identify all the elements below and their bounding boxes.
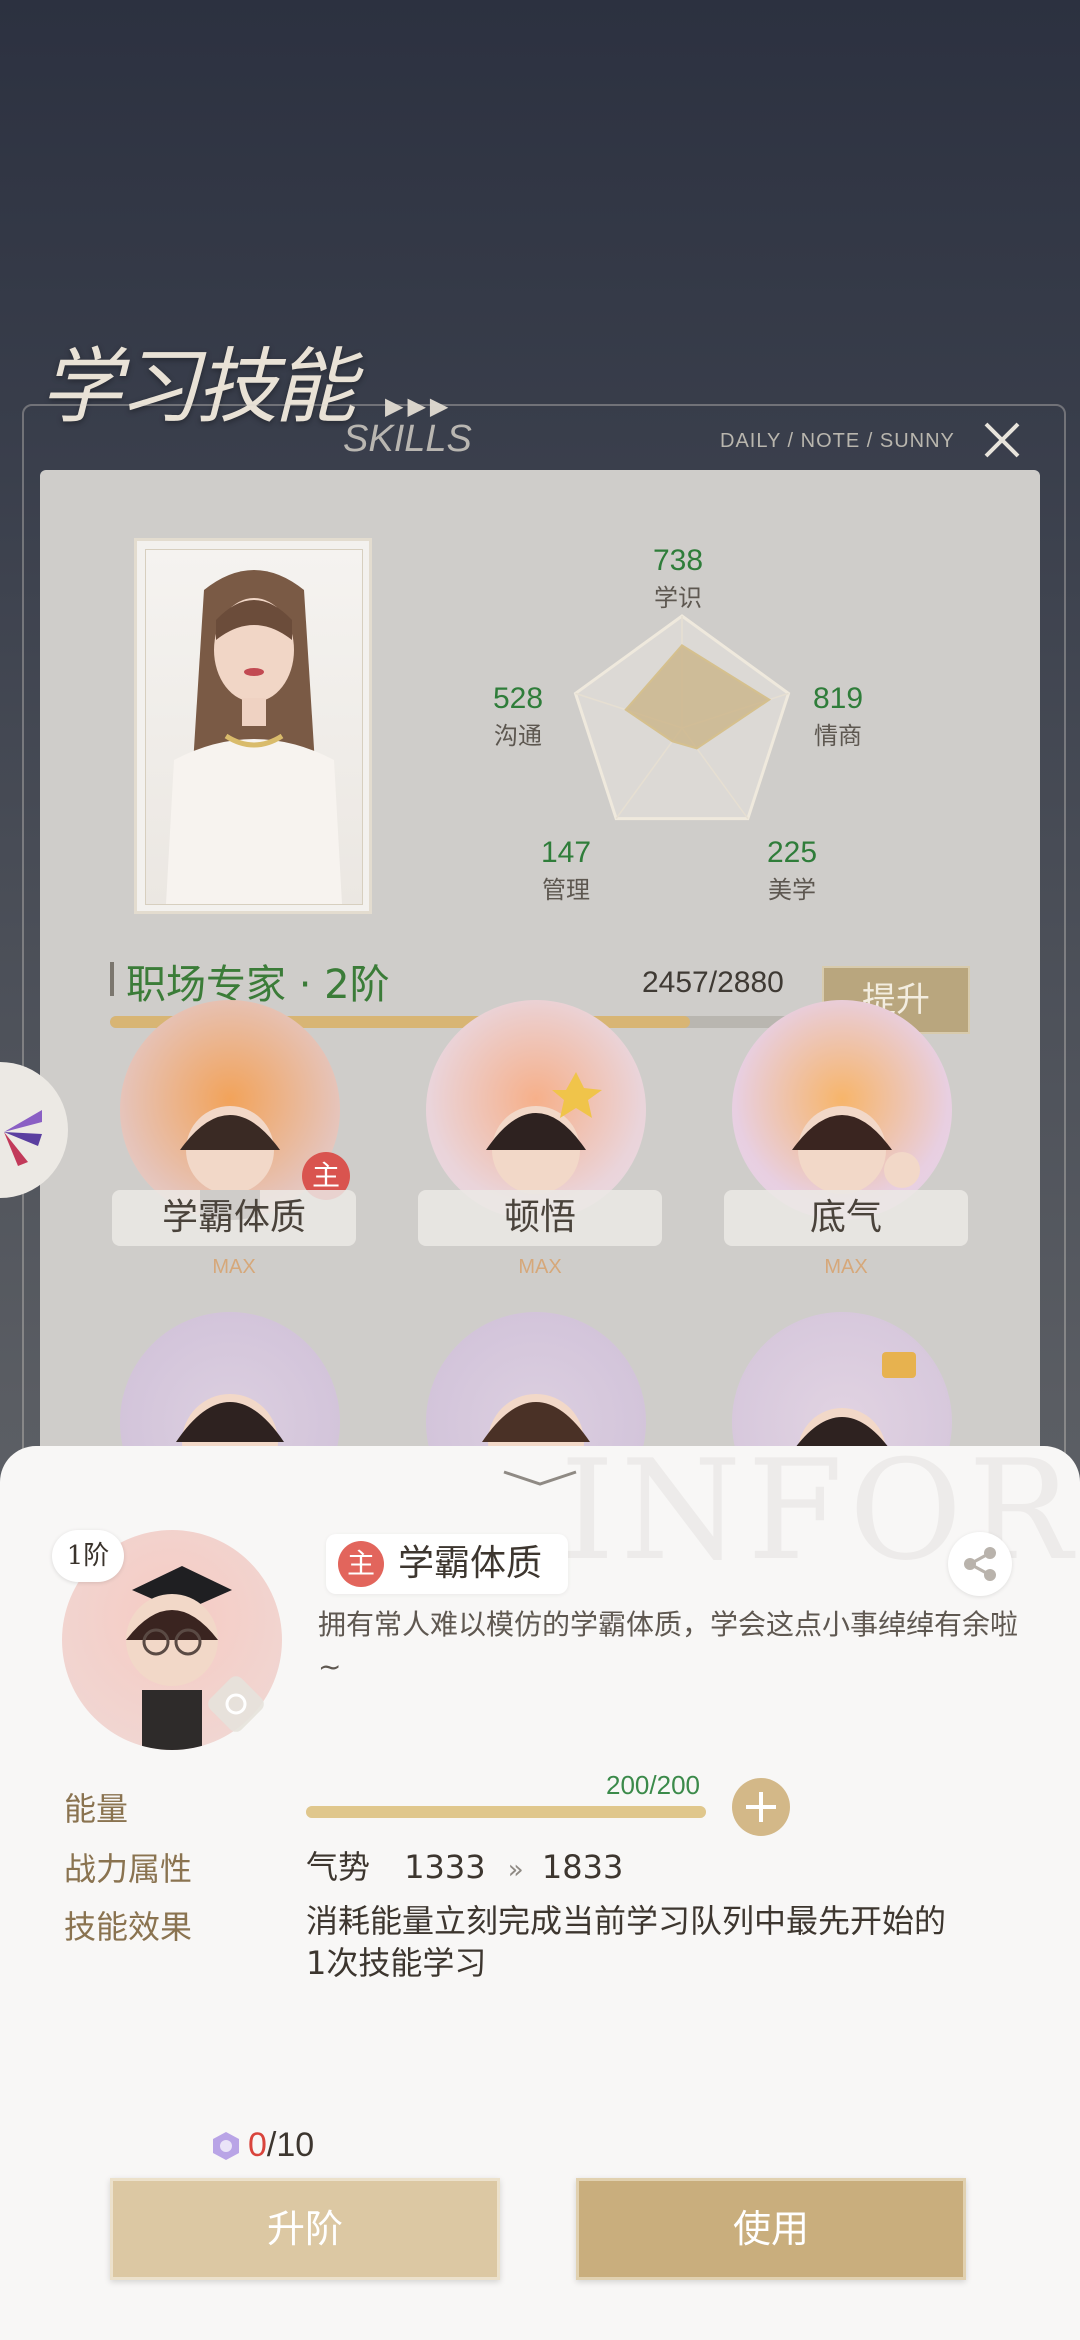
plus-icon <box>746 1792 776 1822</box>
attr-from: 1333 <box>404 1848 486 1886</box>
use-button[interactable]: 使用 <box>576 2178 966 2280</box>
gem-icon <box>210 2130 242 2162</box>
cost-total: /10 <box>266 2126 315 2164</box>
stat-guanli: 147 管理 <box>516 836 616 905</box>
energy-label: 能量 <box>64 1790 129 1828</box>
skill-max-tag: MAX <box>518 1256 562 1278</box>
energy-value: 200/200 <box>606 1770 700 1800</box>
stat-goutong: 528 沟通 <box>468 682 568 751</box>
share-button[interactable] <box>948 1532 1012 1596</box>
title-marker <box>110 962 114 996</box>
radar-chart <box>562 600 802 840</box>
stat-label: 管理 <box>542 876 590 904</box>
stat-xueshi: 738 学识 <box>628 544 728 613</box>
skill-item-diqi[interactable] <box>732 1000 952 1220</box>
stat-value: 528 <box>492 682 544 715</box>
attr-arrow-icon: » <box>507 1855 524 1885</box>
stat-value: 225 <box>766 836 818 869</box>
career-title: 职场专家 · 2阶 <box>126 962 390 1008</box>
attr-label: 战力属性 <box>64 1850 193 1888</box>
upgrade-cost: 0/10 <box>248 2126 314 2165</box>
career-exp: 2457/2880 <box>642 966 784 999</box>
preview-button[interactable] <box>208 1676 264 1732</box>
stat-label: 情商 <box>814 722 862 750</box>
stat-value: 147 <box>540 836 592 869</box>
skill-name: 学霸体质 <box>398 1543 543 1584</box>
magnifier-icon <box>208 1676 264 1732</box>
cost-current: 0 <box>248 2126 267 2164</box>
share-icon <box>964 1547 996 1581</box>
effect-text: 消耗能量立刻完成当前学习队列中最先开始的1次技能学习 <box>306 1902 947 1982</box>
add-energy-button[interactable] <box>732 1778 790 1836</box>
rank-up-button[interactable]: 升阶 <box>110 2178 500 2280</box>
portrait-image <box>145 549 363 905</box>
stat-qingshang: 819 情商 <box>788 682 888 751</box>
skill-label: 学霸体质 <box>112 1190 356 1246</box>
stat-label: 美学 <box>768 876 816 904</box>
attr-row: 气势 1333 » 1833 <box>306 1842 623 1888</box>
skill-max-tag: MAX <box>212 1256 256 1278</box>
attr-to: 1833 <box>541 1848 624 1886</box>
energy-bar <box>306 1806 706 1818</box>
stat-label: 学识 <box>654 584 702 612</box>
stat-value: 738 <box>652 544 704 577</box>
collapse-chevron-button[interactable] <box>500 1466 580 1490</box>
stat-label: 沟通 <box>494 722 542 750</box>
side-menu-tab[interactable] <box>0 1062 68 1198</box>
skill-max-tag: MAX <box>824 1256 868 1278</box>
skill-name-pill: 主 学霸体质 <box>326 1534 568 1594</box>
energy-bar-fill <box>306 1806 706 1818</box>
fan-icon <box>4 1110 42 1166</box>
skill-label: 底气 <box>724 1190 968 1246</box>
effect-label: 技能效果 <box>64 1908 193 1946</box>
skill-item-dunwu[interactable] <box>426 1000 646 1220</box>
chevron-down-icon <box>503 1470 577 1486</box>
stat-value: 819 <box>812 682 864 715</box>
character-portrait[interactable] <box>134 538 372 914</box>
skill-label: 顿悟 <box>418 1190 662 1246</box>
attr-name: 气势 <box>306 1848 371 1886</box>
rank-badge: 1阶 <box>52 1530 124 1582</box>
skill-description: 拥有常人难以模仿的学霸体质，学会这点小事绰绰有余啦~ <box>318 1608 1019 1683</box>
main-skill-badge: 主 <box>338 1541 384 1587</box>
stat-meixue: 225 美学 <box>742 836 842 905</box>
